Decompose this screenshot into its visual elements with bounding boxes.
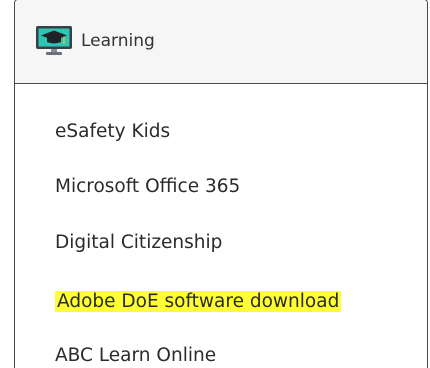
learning-panel: Learning eSafety Kids Microsoft Office 3… [14,0,428,368]
graduation-monitor-icon [36,26,72,55]
link-label: eSafety Kids [55,121,171,142]
link-label: Adobe DoE software download [55,291,342,312]
link-adobe-doe-software-download[interactable]: Adobe DoE software download [55,290,342,314]
link-digital-citizenship[interactable]: Digital Citizenship [55,231,222,255]
link-esafety-kids[interactable]: eSafety Kids [55,120,170,144]
link-microsoft-office-365[interactable]: Microsoft Office 365 [55,175,240,199]
panel-title: Learning [81,31,155,51]
link-label: ABC Learn Online [55,345,217,366]
link-label: Digital Citizenship [55,232,223,253]
link-label: Microsoft Office 365 [55,176,241,197]
link-abc-learn-online[interactable]: ABC Learn Online [55,344,216,368]
panel-header: Learning [15,0,427,84]
